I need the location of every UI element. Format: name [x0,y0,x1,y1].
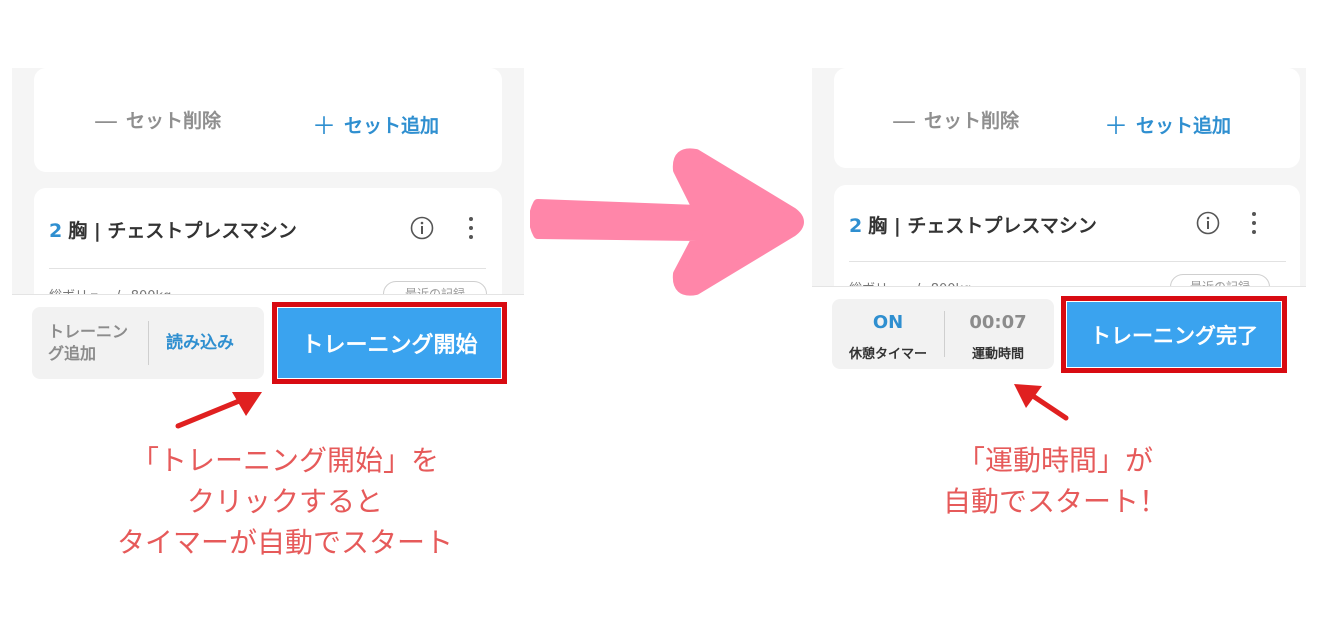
finish-training-label: トレーニング完了 [1090,323,1258,348]
secondary-actions: トレーニング追加 読み込み [32,307,264,379]
add-set-label: セット追加 [344,115,440,137]
exercise-title: 2胸 | チェストプレスマシン [49,216,297,243]
group-divider [148,321,149,365]
left-caption-line-3: タイマーが自動でスタート [116,526,453,559]
timer-group: ON 休憩タイマー 00:07 運動時間 [832,299,1054,369]
start-training-label: トレーニング開始 [301,333,478,358]
exercise-name: 胸 | チェストプレスマシン [868,215,1097,237]
rest-timer-value[interactable]: ON [832,312,944,333]
plus-icon: ＋ [1104,112,1128,140]
right-caption-line-1: 「運動時間」が [956,444,1153,477]
add-training-label: トレーニング追加 [48,322,129,363]
workout-time-label: 運動時間 [971,347,1024,362]
exercise-number: 2 [49,220,63,242]
card-divider [49,268,486,269]
add-set-label: セット追加 [1136,115,1232,137]
workout-time-value: 00:07 [969,312,1027,333]
exercise-number: 2 [849,215,863,237]
arrow-right-icon [530,148,804,296]
left-caption-line-1: 「トレーニング開始」を [130,444,439,477]
start-training-button[interactable]: トレーニング開始 [278,308,501,378]
minus-icon: — [94,107,118,135]
add-set-button[interactable]: ＋ セット追加 [1104,106,1231,141]
minus-icon: — [892,107,916,135]
more-vertical-icon[interactable] [467,215,475,241]
exercise-title: 2胸 | チェストプレスマシン [849,211,1097,238]
add-set-button[interactable]: ＋ セット追加 [312,106,439,141]
info-icon[interactable] [410,216,434,240]
remove-set-label: セット削除 [126,110,222,132]
plus-icon: ＋ [312,112,336,140]
rest-timer-label: 休憩タイマー [848,347,927,362]
right-caption: 「運動時間」が 自動でスタート！ [910,440,1200,522]
remove-set-label: セット削除 [924,110,1020,132]
card-divider [849,261,1286,262]
left-caption: 「トレーニング開始」を クリックすると タイマーが自動でスタート [90,440,480,563]
finish-training-button[interactable]: トレーニング完了 [1067,302,1281,367]
import-label: 読み込み [166,333,234,353]
exercise-name: 胸 | チェストプレスマシン [68,220,297,242]
info-icon[interactable] [1196,211,1220,235]
more-vertical-icon[interactable] [1250,210,1258,236]
left-caption-line-2: クリックすると [186,485,383,518]
set-controls-card: — セット削除 ＋ セット追加 [834,68,1300,168]
right-caption-line-2: 自動でスタート！ [942,485,1167,518]
import-button[interactable]: 読み込み [166,332,234,354]
remove-set-button[interactable]: — セット削除 [94,106,221,135]
pointer-arrow-icon [1014,384,1069,421]
set-controls-card: — セット削除 ＋ セット追加 [34,68,502,172]
add-training-button[interactable]: トレーニング追加 [48,321,132,365]
remove-set-button[interactable]: — セット削除 [892,106,1019,135]
pointer-arrow-icon [175,392,262,429]
